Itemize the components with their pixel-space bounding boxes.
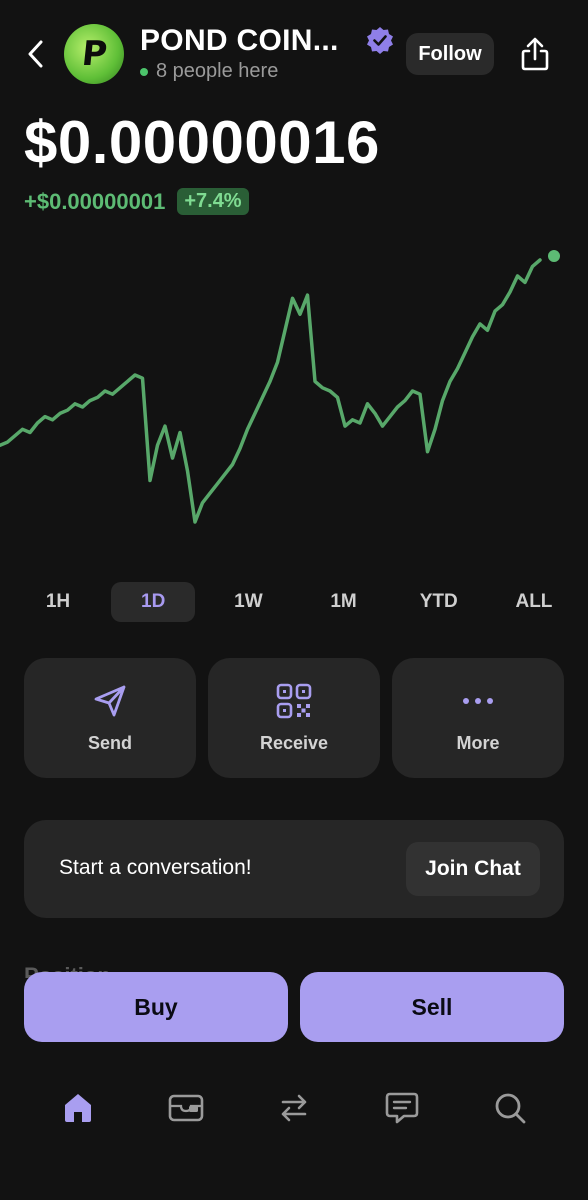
nav-search[interactable] — [472, 1080, 548, 1136]
more-label: More — [456, 732, 500, 753]
chevron-left-icon — [28, 40, 43, 68]
trade-buttons: Buy Sell — [24, 972, 564, 1042]
chat-card: Start a conversation! Join Chat — [24, 820, 564, 918]
action-buttons: Send Receive More — [24, 658, 564, 778]
presence-text: 8 people here — [156, 60, 279, 82]
range-tab-all[interactable]: ALL — [492, 582, 576, 622]
latest-price-marker — [548, 250, 560, 262]
receive-label: Receive — [259, 732, 329, 753]
presence-indicator: 8 people here — [140, 60, 278, 83]
more-button[interactable]: More — [392, 658, 564, 778]
home-icon — [65, 1094, 91, 1122]
share-button[interactable] — [514, 32, 556, 76]
join-chat-button[interactable]: Join Chat — [406, 842, 540, 896]
back-button[interactable] — [22, 36, 50, 72]
nav-wallet[interactable] — [148, 1080, 224, 1136]
price-change-percent-badge: +7.4% — [177, 188, 249, 215]
verified-badge-icon — [367, 27, 393, 54]
range-tab-1m[interactable]: 1M — [302, 582, 386, 622]
more-dots-icon — [463, 697, 493, 704]
follow-button[interactable]: Follow — [406, 33, 494, 75]
nav-swap[interactable] — [256, 1080, 332, 1136]
range-tab-1h[interactable]: 1H — [16, 582, 100, 622]
token-avatar-logo: P — [79, 34, 109, 74]
price-line — [0, 258, 542, 524]
header: P POND COIN... 8 people here Follow — [0, 22, 588, 86]
chat-prompt: Start a conversation! — [59, 856, 252, 879]
receive-button[interactable]: Receive — [208, 658, 380, 778]
range-tab-1d[interactable]: 1D — [111, 582, 196, 622]
wallet-icon — [168, 1094, 204, 1122]
current-price: $0.00000016 — [24, 109, 380, 176]
range-tab-ytd[interactable]: YTD — [397, 582, 481, 622]
chat-icon — [385, 1092, 419, 1124]
swap-icon — [281, 1094, 307, 1122]
qr-code-icon — [276, 683, 312, 718]
price-change: +$0.00000001 +7.4% — [24, 188, 249, 215]
nav-chat[interactable] — [364, 1080, 440, 1136]
token-avatar[interactable]: P — [64, 24, 124, 84]
send-label: Send — [87, 732, 132, 753]
bottom-nav — [24, 1080, 564, 1136]
send-icon — [94, 685, 126, 716]
token-name: POND COIN... — [140, 24, 339, 57]
online-dot-icon — [140, 67, 148, 76]
price-change-amount: +$0.00000001 — [24, 188, 166, 214]
send-button[interactable]: Send — [24, 658, 196, 778]
share-icon — [521, 37, 549, 71]
nav-home[interactable] — [40, 1080, 116, 1136]
buy-button[interactable]: Buy — [24, 972, 288, 1042]
time-range-selector: 1H 1D 1W 1M YTD ALL — [16, 582, 576, 622]
sell-button[interactable]: Sell — [300, 972, 564, 1042]
price-chart[interactable] — [0, 240, 588, 540]
search-icon — [495, 1093, 526, 1124]
range-tab-1w[interactable]: 1W — [206, 582, 290, 622]
